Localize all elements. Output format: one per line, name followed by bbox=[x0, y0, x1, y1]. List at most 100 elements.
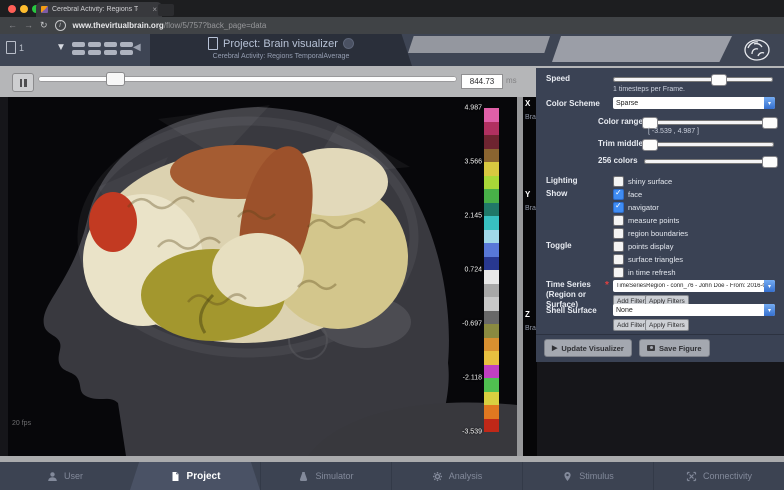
page-title: Project: Brain visualizer bbox=[223, 38, 338, 50]
time-series-select[interactable]: TimeSeriesRegion - conn_76 - John Doe - … bbox=[613, 280, 775, 292]
checkbox[interactable] bbox=[613, 176, 624, 187]
brain-3d-canvas[interactable]: 20 fps bbox=[8, 97, 517, 456]
browser-forward-icon[interactable]: → bbox=[24, 21, 33, 30]
play-icon: ▶ bbox=[552, 344, 557, 352]
refresh-icon[interactable]: ↻ bbox=[40, 21, 48, 30]
time-series-value: TimeSeriesRegion - conn_76 - John Doe - … bbox=[616, 283, 764, 289]
checkbox-shiny-surface[interactable]: shiny surface bbox=[613, 176, 672, 187]
nav-tab-project[interactable]: Project bbox=[130, 462, 260, 490]
nav-tab-connectivity[interactable]: Connectivity bbox=[653, 462, 784, 490]
update-visualizer-button[interactable]: ▶ Update Visualizer bbox=[544, 339, 632, 357]
minimize-window-button[interactable] bbox=[20, 5, 28, 13]
view-grid-icon[interactable] bbox=[72, 42, 133, 55]
button-label: Save Figure bbox=[659, 344, 702, 353]
tvb-brain-logo-icon[interactable] bbox=[740, 37, 774, 69]
colorbar-band bbox=[484, 270, 499, 284]
checkbox-points-display[interactable]: points display bbox=[613, 241, 673, 252]
lighting-label: Lighting bbox=[546, 176, 578, 185]
navigator-y-caption: Bra bbox=[525, 205, 536, 212]
checkbox-region-boundaries[interactable]: region boundaries bbox=[613, 228, 688, 239]
time-value-field[interactable]: 844.73 bbox=[461, 74, 503, 89]
colorbar-band bbox=[484, 162, 499, 176]
color-range-slider[interactable] bbox=[644, 120, 774, 125]
checkbox-label: measure points bbox=[628, 216, 679, 225]
checkbox[interactable] bbox=[613, 267, 624, 278]
trim-middle-thumb[interactable] bbox=[642, 139, 658, 151]
time-slider-thumb[interactable] bbox=[106, 72, 125, 86]
eye-icon[interactable] bbox=[343, 38, 354, 49]
browser-tab[interactable]: Cerebral Activity: Regions Te × bbox=[36, 2, 162, 17]
back-arrow-icon[interactable]: ◀ bbox=[133, 42, 141, 53]
colorbar-band bbox=[484, 311, 499, 325]
colorbar-band bbox=[484, 243, 499, 257]
project-icon bbox=[170, 471, 181, 482]
checkbox[interactable] bbox=[613, 254, 624, 265]
shell-surface-select[interactable]: None ▾ bbox=[613, 304, 775, 316]
color-scheme-select[interactable]: Sparse ▾ bbox=[613, 97, 775, 109]
checkbox-label: navigator bbox=[628, 203, 659, 212]
required-icon: * bbox=[605, 280, 609, 291]
save-figure-button[interactable]: Save Figure bbox=[639, 339, 710, 357]
page-doc-icon bbox=[208, 37, 218, 50]
checkbox[interactable] bbox=[613, 241, 624, 252]
nav-label: Connectivity bbox=[703, 471, 752, 481]
trim-middle-slider[interactable] bbox=[644, 142, 774, 147]
close-window-button[interactable] bbox=[8, 5, 16, 13]
checkbox-label: region boundaries bbox=[628, 229, 688, 238]
site-info-icon[interactable]: i bbox=[55, 20, 66, 31]
show-label: Show bbox=[546, 189, 567, 198]
colorbar-band bbox=[484, 297, 499, 311]
colors-count-slider[interactable] bbox=[644, 159, 774, 164]
panel-divider bbox=[536, 334, 784, 335]
new-tab-button[interactable] bbox=[158, 4, 174, 16]
project-doc-icon[interactable]: 1 bbox=[6, 41, 24, 54]
url-host: www.thevirtualbrain.org bbox=[73, 21, 164, 30]
color-scheme-value: Sparse bbox=[616, 100, 764, 107]
colorbar-tick: -2.118 bbox=[463, 375, 482, 382]
colorbar-band bbox=[484, 189, 499, 203]
checkbox-label: points display bbox=[628, 242, 673, 251]
checkbox[interactable] bbox=[613, 215, 624, 226]
nav-tab-analysis[interactable]: Analysis bbox=[391, 462, 522, 490]
checkbox-label: shiny surface bbox=[628, 177, 672, 186]
checkbox-measure-points[interactable]: measure points bbox=[613, 215, 679, 226]
checkbox[interactable] bbox=[613, 202, 624, 213]
speed-slider-thumb[interactable] bbox=[711, 74, 727, 86]
colors-count-thumb[interactable] bbox=[762, 156, 778, 168]
speed-hint: 1 timesteps per Frame. bbox=[613, 86, 685, 93]
analysis-icon bbox=[432, 471, 443, 482]
shell-surface-value: None bbox=[616, 307, 764, 314]
nav-tab-user[interactable]: User bbox=[0, 462, 130, 490]
color-scheme-label: Color Scheme bbox=[546, 99, 600, 108]
checkbox[interactable] bbox=[613, 228, 624, 239]
nav-tab-stimulus[interactable]: Stimulus bbox=[522, 462, 653, 490]
pause-button[interactable] bbox=[12, 73, 34, 92]
color-range-max-thumb[interactable] bbox=[762, 117, 778, 129]
chevron-down-icon: ▾ bbox=[764, 280, 775, 292]
apply-filters-button[interactable]: Apply Filters bbox=[645, 319, 689, 331]
address-bar[interactable]: ← → ↻ i www.thevirtualbrain.org/flow/5/7… bbox=[0, 17, 784, 34]
camera-icon bbox=[647, 345, 655, 351]
checkbox-face[interactable]: face bbox=[613, 189, 642, 200]
speed-slider[interactable] bbox=[613, 77, 773, 82]
checkbox-in-time-refresh[interactable]: in time refresh bbox=[613, 267, 676, 278]
checkbox-surface-triangles[interactable]: surface triangles bbox=[613, 254, 683, 265]
nav-label: Stimulus bbox=[579, 471, 614, 481]
close-tab-icon[interactable]: × bbox=[152, 5, 157, 14]
checkbox-navigator[interactable]: navigator bbox=[613, 202, 659, 213]
nav-tab-simulator[interactable]: Simulator bbox=[260, 462, 391, 490]
doc-badge: 1 bbox=[19, 43, 24, 53]
add-filter-button[interactable]: Add Filter bbox=[613, 319, 649, 331]
colorbar-band bbox=[484, 257, 499, 271]
simulator-icon bbox=[298, 471, 309, 482]
checkbox[interactable] bbox=[613, 189, 624, 200]
browser-back-icon[interactable]: ← bbox=[8, 21, 17, 30]
bottom-navigation: User Project Simulator Analysis bbox=[0, 462, 784, 490]
colorbar-band bbox=[484, 365, 499, 379]
time-slider[interactable] bbox=[38, 76, 457, 82]
colors-count-label: 256 colors bbox=[598, 156, 638, 165]
colorbar-tick: 0.724 bbox=[464, 267, 482, 274]
colorbar-band bbox=[484, 135, 499, 149]
flag-icon[interactable]: ▼ bbox=[56, 42, 66, 53]
colorbar-tick: -3.539 bbox=[462, 429, 482, 436]
